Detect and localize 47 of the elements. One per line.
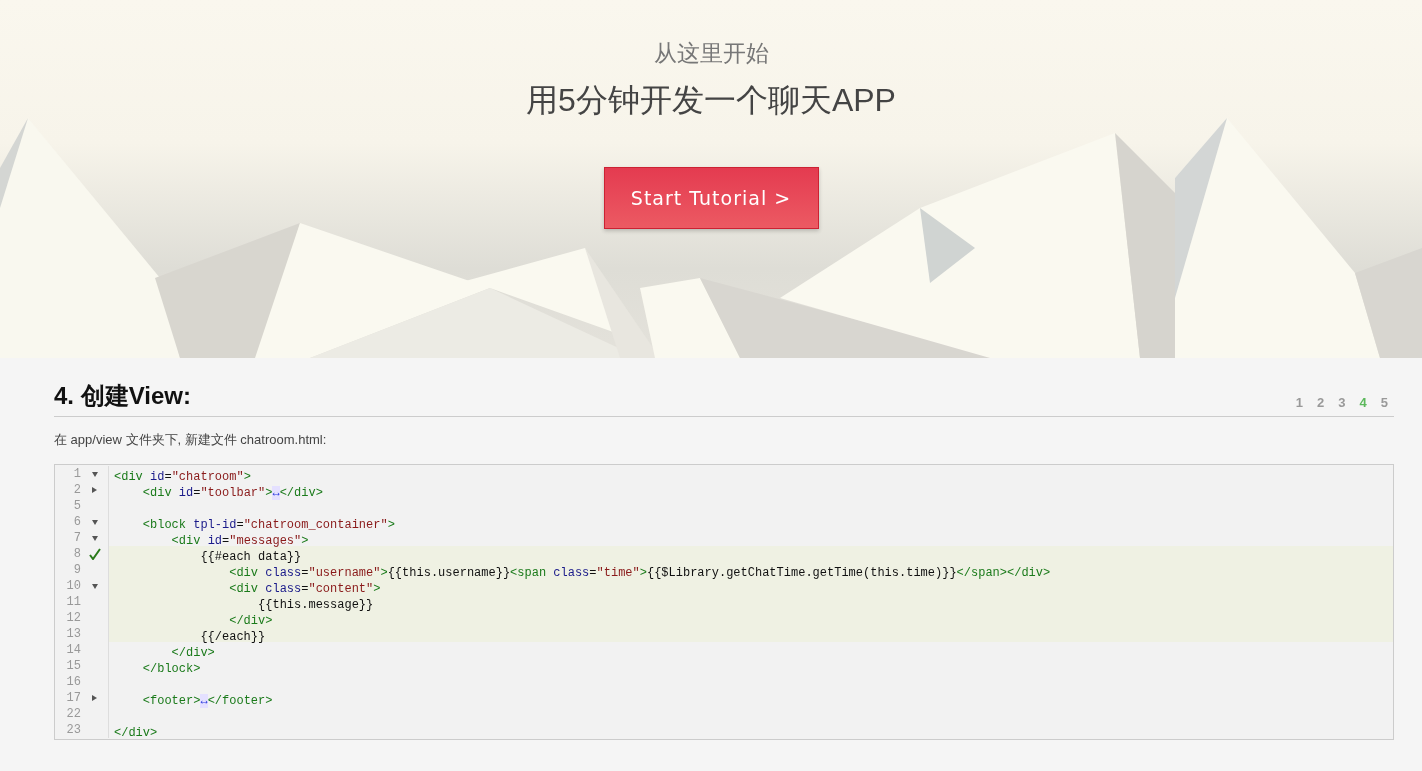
code-line: {{/each}} xyxy=(199,630,266,644)
code-line: <block tpl-id="chatroom_container"> xyxy=(141,518,395,532)
hero-subtitle: 从这里开始 xyxy=(653,39,769,68)
line-number: 22 xyxy=(65,706,81,722)
code-line: <div id="toolbar">↔</div> xyxy=(141,486,323,500)
fold-down-icon[interactable] xyxy=(91,583,98,589)
fold-down-icon[interactable] xyxy=(91,519,98,525)
code-line: {{this.message}} xyxy=(257,598,374,612)
line-number: 7 xyxy=(72,530,81,546)
line-number: 16 xyxy=(65,674,81,690)
code-line: <div class="username">{{this.username}}<span class="time">{{$Library.getChatTime.getTime(this.time)}}</span></div> xyxy=(228,566,1051,580)
line-number: 13 xyxy=(65,626,81,642)
line-number: 17 xyxy=(65,690,81,706)
line-number: 9 xyxy=(72,562,81,578)
fold-right-icon[interactable] xyxy=(92,487,97,493)
code-line: <div class="content"> xyxy=(228,582,381,596)
code-line: </div> xyxy=(170,646,215,660)
line-number: 1 xyxy=(72,466,81,482)
fold-down-icon[interactable] xyxy=(91,471,98,477)
section-heading: 4. 创建View: xyxy=(54,381,191,411)
line-number: 11 xyxy=(65,594,81,610)
line-number: 6 xyxy=(72,514,81,530)
line-number: 12 xyxy=(65,610,81,626)
line-number: 15 xyxy=(65,658,81,674)
code-line: <footer>↔</footer> xyxy=(141,694,273,708)
instruction-text: 在 app/view 文件夹下, 新建文件 chatroom.html: xyxy=(54,431,328,449)
fold-right-icon[interactable] xyxy=(92,695,97,701)
line-number: 8 xyxy=(72,546,81,562)
step-link[interactable]: 2 xyxy=(1317,395,1325,410)
line-number: 23 xyxy=(65,722,81,738)
code-line: <div id="chatroom"> xyxy=(114,470,251,484)
step-link[interactable]: 3 xyxy=(1338,395,1346,410)
fold-down-icon[interactable] xyxy=(91,535,98,541)
start-tutorial-button[interactable]: Start Tutorial > xyxy=(603,167,819,229)
code-line: <div id="messages"> xyxy=(170,534,309,548)
code-line: </div> xyxy=(114,726,158,740)
step-link[interactable]: 4 xyxy=(1359,395,1367,410)
hero-title: 用5分钟开发一个聊天APP xyxy=(526,81,896,120)
line-number: 5 xyxy=(72,498,81,514)
step-link[interactable]: 5 xyxy=(1380,395,1388,410)
line-number: 2 xyxy=(72,482,81,498)
line-number: 14 xyxy=(65,642,81,658)
code-line: </block> xyxy=(141,662,201,676)
code-line: </div> xyxy=(228,614,273,628)
code-line: {{#each data}} xyxy=(199,550,302,564)
line-number: 10 xyxy=(65,578,81,594)
step-link[interactable]: 1 xyxy=(1295,395,1304,410)
